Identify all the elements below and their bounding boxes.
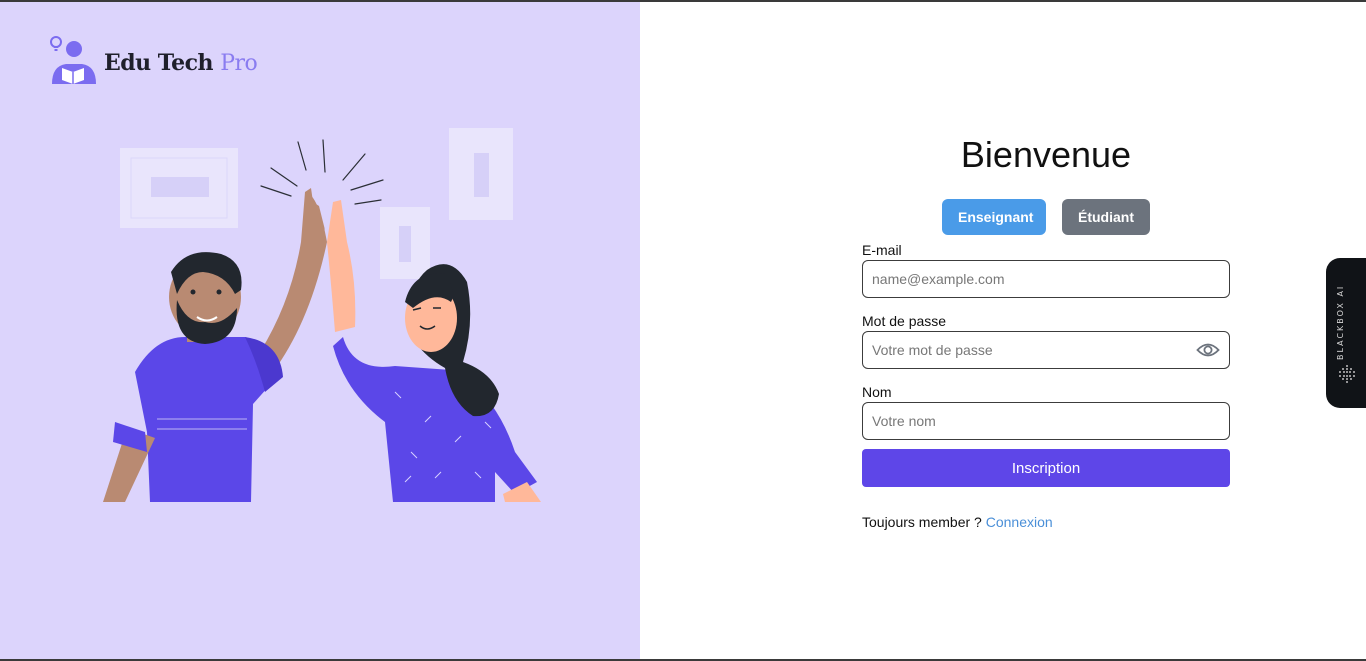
eye-icon[interactable] (1196, 340, 1220, 360)
brand-name-main: Edu Tech (104, 50, 214, 76)
brand-logo[interactable]: Edu Tech Pro (48, 34, 258, 92)
inscription-button[interactable]: Inscription (862, 449, 1230, 487)
page-title: Bienvenue (960, 134, 1132, 175)
login-prompt: Toujours member ? Connexion (862, 514, 1053, 530)
left-panel: Edu Tech Pro (0, 2, 640, 659)
password-label: Mot de passe (862, 313, 947, 329)
blackbox-ai-tab[interactable]: BLACKBOX AI (1326, 258, 1366, 408)
name-label: Nom (862, 384, 892, 400)
signup-panel: Bienvenue Enseignant Étudiant E-mail Mot… (640, 2, 1366, 659)
dot-grid-icon (1337, 364, 1357, 388)
email-field[interactable] (863, 261, 1229, 297)
signup-form: E-mail Mot de passe Nom Inscription (862, 240, 1230, 487)
role-etudiant-button[interactable]: Étudiant (1062, 199, 1150, 235)
name-field-wrapper (862, 402, 1230, 440)
login-prompt-text: Toujours member ? (862, 514, 982, 530)
app-window: Edu Tech Pro Bienvenue Enseignant Étudia… (0, 0, 1366, 661)
student-reading-idea-icon (48, 34, 98, 92)
connexion-link[interactable]: Connexion (986, 514, 1053, 530)
password-field-wrapper (862, 331, 1230, 369)
blackbox-ai-label: BLACKBOX AI (1336, 284, 1345, 360)
email-field-wrapper (862, 260, 1230, 298)
high-five-illustration (95, 122, 555, 511)
role-switch: Enseignant Étudiant (942, 199, 1150, 235)
password-field[interactable] (863, 332, 1229, 368)
email-label: E-mail (862, 242, 902, 258)
role-enseignant-button[interactable]: Enseignant (942, 199, 1046, 235)
brand-name: Edu Tech Pro (104, 50, 258, 76)
brand-name-accent: Pro (220, 51, 258, 76)
name-field[interactable] (863, 403, 1229, 439)
